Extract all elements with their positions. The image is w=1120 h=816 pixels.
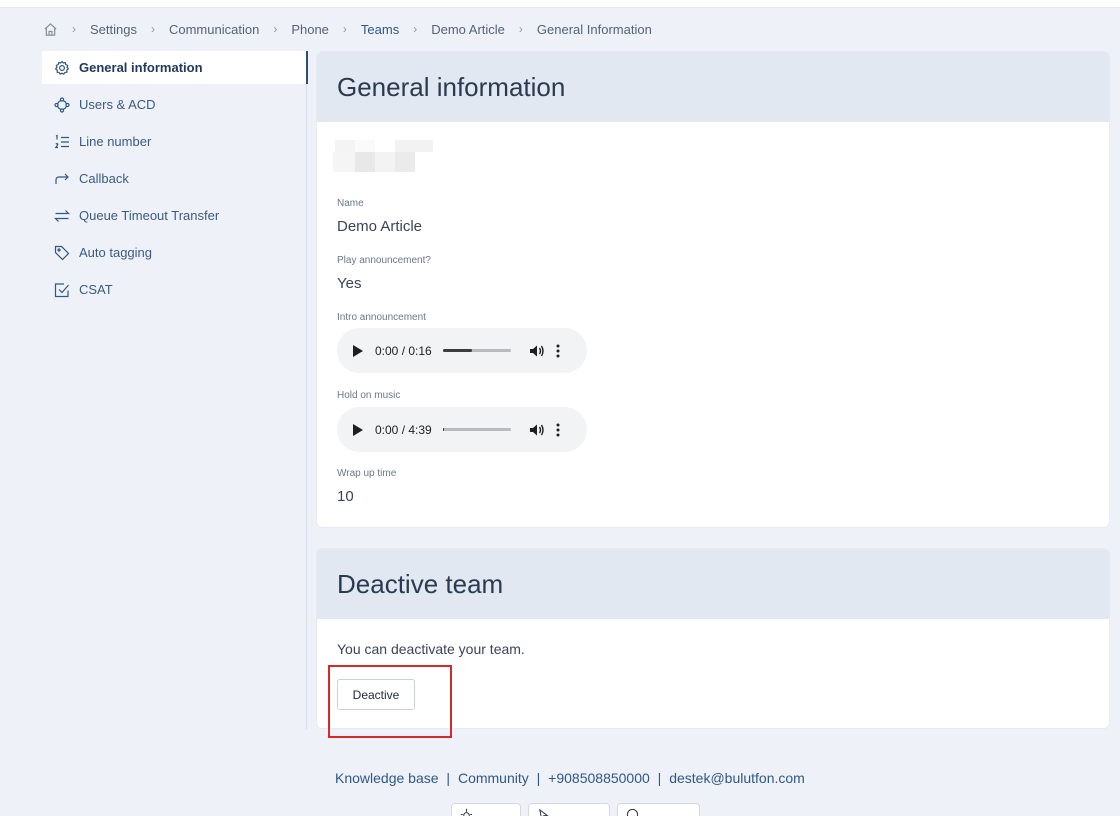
more-options-icon[interactable] [556,423,560,437]
card-title: Deactive team [317,549,1109,619]
deactive-button[interactable]: Deactive [337,679,415,710]
footer-separator: | [446,770,451,786]
sidebar-item-label: Line number [79,134,152,149]
chevron-right-icon: › [150,22,155,36]
wrap-up-time-label: Wrap up time [337,468,397,479]
footer-separator: | [536,770,541,786]
deactive-team-card: Deactive team You can deactivate your te… [316,548,1110,729]
breadcrumb-teams[interactable]: Teams [361,22,399,37]
breadcrumb-phone[interactable]: Phone [291,22,329,37]
name-label: Name [337,198,364,209]
sidebar-item-label: CSAT [79,282,113,297]
checkbox-icon [53,281,71,299]
play-icon[interactable] [353,344,363,357]
chevron-right-icon: › [342,22,347,36]
footer-button-3[interactable] [617,803,700,816]
breadcrumb-settings[interactable]: Settings [90,22,137,37]
card-title: General information [317,52,1109,122]
audio-seek-slider[interactable] [443,349,511,352]
deactivate-description: You can deactivate your team. [337,641,525,657]
transfer-arrows-icon [53,207,71,225]
sidebar-item-label: Queue Timeout Transfer [79,208,220,223]
sidebar-item-label: Callback [79,171,129,186]
cursor-icon [539,808,549,816]
sidebar-item-csat[interactable]: CSAT [42,273,306,306]
email-link[interactable]: destek@bulutfon.com [669,770,805,786]
chevron-right-icon: › [273,22,278,36]
gear-icon [53,59,71,77]
sidebar-item-label: Users & ACD [79,97,156,112]
audio-seek-slider[interactable] [443,428,511,431]
footer-separator: | [657,770,662,786]
chevron-right-icon: › [413,22,418,36]
audio-time: 0:00 / 0:16 [375,343,432,358]
footer-button-1[interactable] [451,803,521,816]
chevron-right-icon: › [518,22,523,36]
play-icon[interactable] [353,423,363,436]
name-value: Demo Article [337,218,423,235]
hold-music-label: Hold on music [337,390,401,401]
breadcrumb-general-information: General Information [536,21,652,37]
breadcrumb: › Settings › Communication › Phone › Tea… [42,19,652,39]
play-announcement-value: Yes [337,275,362,292]
numbered-list-icon [53,133,71,151]
sidebar-item-callback[interactable]: Callback [42,162,306,195]
top-bar [0,0,1120,8]
sidebar-item-line-number[interactable]: Line number [42,125,306,158]
knowledge-base-link[interactable]: Knowledge base [335,770,439,786]
breadcrumb-communication[interactable]: Communication [169,22,259,37]
forward-arrow-icon [53,170,71,188]
tag-icon [53,244,71,262]
lightbulb-icon [460,808,473,816]
general-information-card: General information Name Demo Article Pl… [316,51,1110,528]
users-network-icon [53,96,71,114]
sidebar: General information Users & ACD Line num… [42,51,308,729]
volume-icon[interactable] [529,422,545,438]
footer-button-2[interactable] [528,803,610,816]
breadcrumb-demo-article[interactable]: Demo Article [431,22,505,37]
audio-time: 0:00 / 4:39 [375,422,432,437]
sidebar-item-users-acd[interactable]: Users & ACD [42,88,306,121]
wrap-up-time-value: 10 [337,488,354,505]
sidebar-item-general-information[interactable]: General information [42,51,306,84]
home-icon[interactable] [42,21,58,37]
team-avatar [325,140,433,176]
help-circle-icon [626,808,639,816]
intro-audio-player[interactable]: 0:00 / 0:16 [337,328,587,373]
play-announcement-label: Play announcement? [337,255,431,266]
community-link[interactable]: Community [458,770,529,786]
phone-link[interactable]: +908508850000 [548,770,650,786]
audio-progress-fill [443,349,472,352]
intro-announcement-label: Intro announcement [337,312,426,323]
sidebar-item-queue-timeout-transfer[interactable]: Queue Timeout Transfer [42,199,306,232]
sidebar-item-label: Auto tagging [79,245,153,260]
sidebar-item-label: General information [79,60,203,75]
more-options-icon[interactable] [556,344,560,358]
volume-icon[interactable] [529,343,545,359]
hold-audio-player[interactable]: 0:00 / 4:39 [337,407,587,452]
chevron-right-icon: › [72,22,76,36]
audio-progress-fill [443,428,445,431]
footer-links: Knowledge base | Community | +9085088500… [335,770,805,786]
sidebar-item-auto-tagging[interactable]: Auto tagging [42,236,306,269]
